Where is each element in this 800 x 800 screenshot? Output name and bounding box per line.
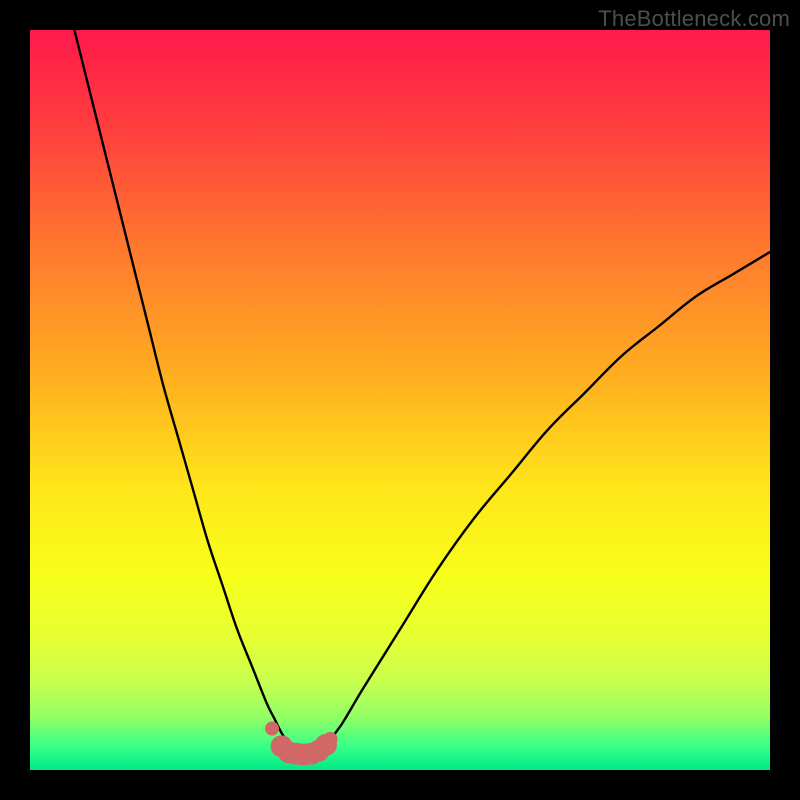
curve-layer <box>30 30 770 770</box>
optimal-range-dots <box>265 722 337 766</box>
plot-area <box>30 30 770 770</box>
chart-frame: TheBottleneck.com <box>0 0 800 800</box>
watermark-text: TheBottleneck.com <box>598 6 790 32</box>
bottleneck-curve <box>74 30 770 756</box>
